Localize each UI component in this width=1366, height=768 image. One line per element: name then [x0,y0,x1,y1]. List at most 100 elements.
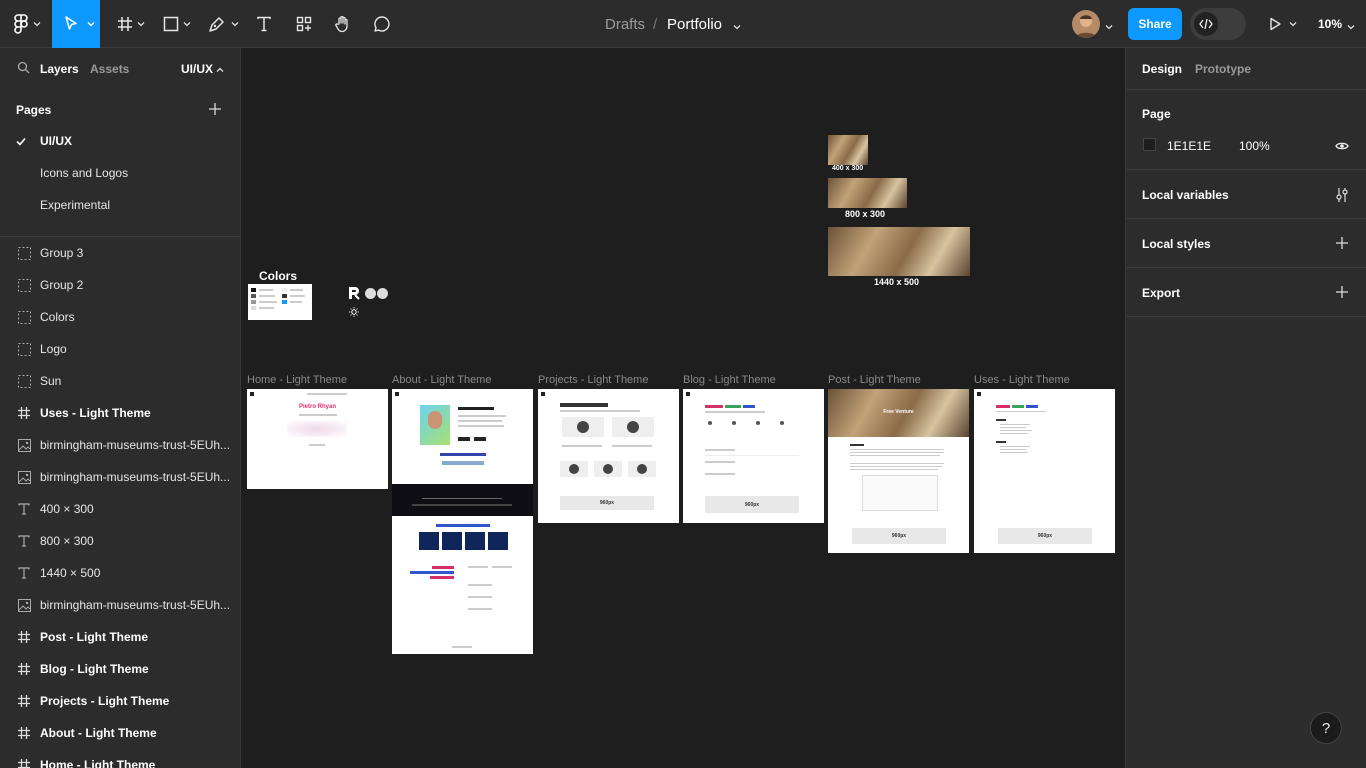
local-variables-title[interactable]: Local variables [1142,188,1229,202]
size-chip: 960px [998,528,1092,544]
frame-projects[interactable]: 960px [538,389,679,523]
layer-item[interactable]: birmingham-museums-trust-5EUh... [0,461,240,493]
local-styles-title[interactable]: Local styles [1142,237,1211,251]
share-button[interactable]: Share [1128,8,1182,40]
tab-assets[interactable]: Assets [90,62,129,76]
frame-about-content[interactable] [392,516,533,654]
frame-blog[interactable]: 960px [683,389,824,523]
layer-item[interactable]: Home - Light Theme [0,749,240,768]
export-title[interactable]: Export [1142,286,1180,300]
layer-item[interactable]: birmingham-museums-trust-5EUh... [0,589,240,621]
text-tool-button[interactable] [248,0,280,48]
add-style-icon[interactable] [1335,236,1349,255]
comment-tool-button[interactable] [366,0,398,48]
frame-about-dark-section[interactable] [392,484,533,516]
page-item-uiux[interactable]: UI/UX [0,125,240,157]
layer-item[interactable]: Group 3 [0,237,240,269]
layer-item[interactable]: 800 × 300 [0,525,240,557]
layer-item[interactable]: Sun [0,365,240,397]
museum-image-800x300[interactable] [828,178,907,208]
add-page-icon[interactable] [208,102,222,121]
logo-mark-icon[interactable] [347,286,361,305]
canvas[interactable]: Colors 400 x 300 800 x 300 1440 x 500 Ho… [241,48,1125,768]
hand-tool-button[interactable] [327,0,359,48]
frame-about[interactable] [392,389,533,484]
layers-panel: Layers Assets UI/UX Pages UI/UX Icons an… [0,48,241,768]
layer-item[interactable]: 1440 × 500 [0,557,240,589]
breadcrumb-separator: / [653,15,658,33]
resources-button[interactable] [288,0,320,48]
file-name[interactable]: Portfolio [667,0,722,48]
page-color-opacity[interactable]: 100% [1239,139,1270,153]
present-button[interactable] [1262,0,1300,48]
zoom-level[interactable]: 10% [1318,0,1342,48]
frame-post[interactable]: Free Venture 960px [828,389,969,553]
frame-title-home[interactable]: Home - Light Theme [247,374,347,386]
divider [1126,169,1366,170]
help-button[interactable]: ? [1310,712,1342,744]
layer-item[interactable]: Group 2 [0,269,240,301]
add-export-icon[interactable] [1335,285,1349,304]
tab-layers[interactable]: Layers [40,62,79,76]
frame-uses[interactable]: 960px [974,389,1115,553]
page-switcher[interactable]: UI/UX [181,62,213,76]
frame-icon [17,694,31,708]
check-icon [14,134,28,148]
pen-tool-button[interactable] [202,0,242,48]
figma-logo-icon [14,14,28,34]
layer-item[interactable]: 400 × 300 [0,493,240,525]
main-menu-button[interactable] [0,0,52,48]
dev-mode-toggle[interactable] [1190,8,1246,40]
group-icon [17,310,31,324]
layer-item[interactable]: Post - Light Theme [0,621,240,653]
layer-item-label: Uses - Light Theme [40,406,151,420]
page-color-swatch[interactable] [1143,138,1156,151]
chevron-up-icon[interactable] [215,62,225,80]
museum-image-400x300[interactable] [828,135,868,165]
frame-title-projects[interactable]: Projects - Light Theme [538,374,648,386]
colors-swatch-board[interactable] [248,284,312,320]
breadcrumb-drafts[interactable]: Drafts [605,0,645,48]
frame-title-about[interactable]: About - Light Theme [392,374,491,386]
tab-prototype[interactable]: Prototype [1195,62,1251,76]
layer-item-label: Group 2 [40,278,84,292]
group-icon [17,246,31,260]
group-icon [17,278,31,292]
frame-title-blog[interactable]: Blog - Light Theme [683,374,776,386]
layer-item-label: birmingham-museums-trust-5EUh... [40,470,231,484]
frame-home[interactable]: Pietro Rhyan [247,389,388,489]
frame-title-post[interactable]: Post - Light Theme [828,374,921,386]
circle-mark-icon[interactable] [365,288,376,299]
museum-image-1440x500[interactable] [828,227,970,276]
group-icon [17,342,31,356]
chevron-down-icon[interactable] [1104,19,1114,30]
avatar[interactable] [1072,10,1100,38]
chevron-down-icon [230,19,240,29]
shape-tool-button[interactable] [156,0,196,48]
divider [1126,267,1366,268]
layer-item[interactable]: Colors [0,301,240,333]
circle-mark-icon[interactable] [377,288,388,299]
page-color-hex[interactable]: 1E1E1E [1167,139,1211,153]
layer-item[interactable]: Logo [0,333,240,365]
page-item-icons-and-logos[interactable]: Icons and Logos [0,157,240,189]
frame-icon [17,630,31,644]
chevron-down-icon[interactable] [732,19,742,30]
search-icon[interactable] [17,61,30,79]
page-item-experimental[interactable]: Experimental [0,189,240,221]
layer-item[interactable]: Uses - Light Theme [0,397,240,429]
frame-title-uses[interactable]: Uses - Light Theme [974,374,1070,386]
chevron-down-icon[interactable] [1346,19,1356,30]
design-panel: Design Prototype Page 1E1E1E 100% Local … [1125,48,1366,768]
tab-design[interactable]: Design [1142,62,1182,76]
sun-icon[interactable] [349,304,359,322]
move-tool-button[interactable] [52,0,100,48]
eye-icon[interactable] [1335,139,1349,157]
layer-item[interactable]: Blog - Light Theme [0,653,240,685]
layer-item[interactable]: Projects - Light Theme [0,685,240,717]
frame-tool-button[interactable] [110,0,150,48]
variables-icon[interactable] [1335,187,1349,208]
layer-item[interactable]: birmingham-museums-trust-5EUh... [0,429,240,461]
image-icon [17,598,31,612]
layer-item[interactable]: About - Light Theme [0,717,240,749]
